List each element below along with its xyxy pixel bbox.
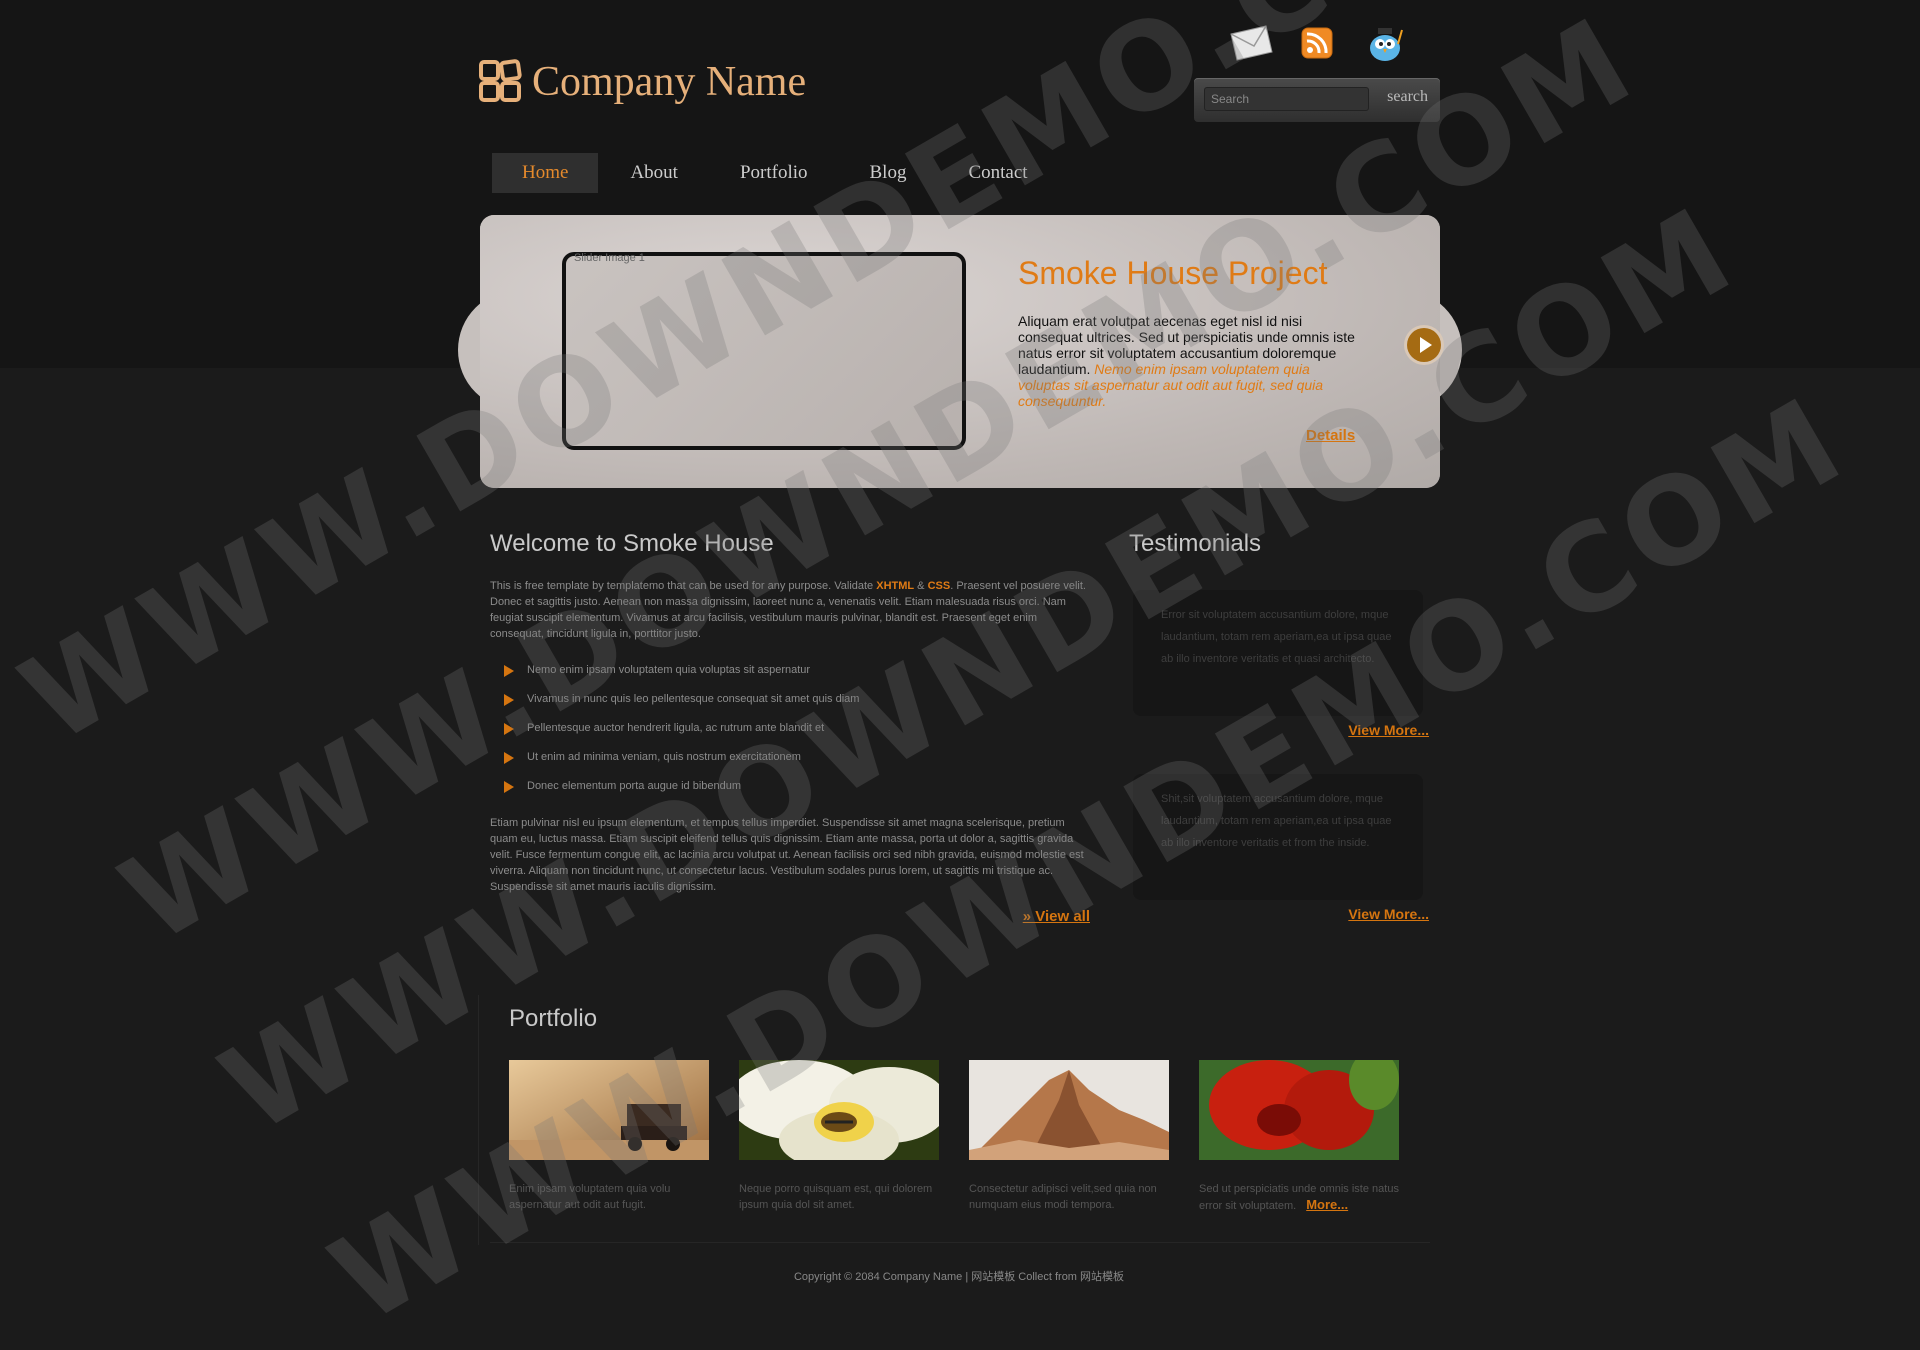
bullet-arrow-icon — [504, 723, 514, 735]
bullet-arrow-icon — [504, 694, 514, 706]
portfolio-caption: Neque porro quisquam est, qui dolorem ip… — [739, 1183, 933, 1211]
portfolio-caption: Consectetur adipisci velit,sed quia non … — [969, 1183, 1157, 1211]
next-arrow-icon[interactable] — [1407, 328, 1441, 362]
testimonial-text: Shit,sit voluptatem accusantium dolore, … — [1161, 793, 1392, 849]
welcome-intro: This is free template by templatemo that… — [490, 578, 1090, 642]
mountain-image[interactable] — [969, 1060, 1169, 1160]
main-nav: Home About Portfolio Blog Contact — [492, 153, 1060, 193]
welcome-section: Welcome to Smoke House This is free temp… — [490, 530, 1090, 925]
social-icons — [1228, 22, 1410, 64]
welcome-title: Welcome to Smoke House — [490, 530, 774, 557]
bullet-arrow-icon — [504, 752, 514, 764]
mail-icon[interactable] — [1228, 22, 1274, 64]
testimonials-section: Testimonials Error sit voluptatem accusa… — [1129, 530, 1429, 958]
testimonial-card: Error sit voluptatem accusantium dolore,… — [1133, 590, 1423, 716]
slider-description: Aliquam erat volutpat aecenas eget nisl … — [1018, 313, 1363, 409]
logo[interactable]: Company Name — [478, 58, 806, 106]
list-item-text: Ut enim ad minima veniam, quis nostrum e… — [527, 751, 801, 763]
testimonial-view-more-link[interactable]: View More... — [1129, 722, 1429, 738]
portfolio-item: Enim ipsam voluptatem quia volu aspernat… — [509, 1060, 709, 1214]
portfolio-item: Consectetur adipisci velit,sed quia non … — [969, 1060, 1169, 1214]
portfolio-caption: Enim ipsam voluptatem quia volu aspernat… — [509, 1183, 671, 1211]
list-item: Pellentesque auctor hendrerit ligula, ac… — [490, 714, 1090, 743]
featured-slider: Slider Image 1 Smoke House Project Aliqu… — [458, 215, 1462, 488]
list-item: Ut enim ad minima veniam, quis nostrum e… — [490, 743, 1090, 772]
bullet-arrow-icon — [504, 781, 514, 793]
twitter-bird-icon[interactable] — [1364, 22, 1410, 64]
footer-divider — [490, 1242, 1430, 1243]
nav-item-blog[interactable]: Blog — [840, 153, 937, 193]
logo-icon — [479, 59, 522, 102]
portfolio-section: Portfolio Enim ipsam voluptatem quia vol… — [478, 995, 1439, 1245]
slider-title: Smoke House Project — [1018, 255, 1328, 291]
list-item: Donec elementum porta augue id bibendum — [490, 772, 1090, 801]
portfolio-title: Portfolio — [509, 1005, 598, 1032]
testimonial-view-more-link[interactable]: View More... — [1129, 906, 1429, 922]
welcome-amp: & — [914, 580, 928, 592]
portfolio-caption-text: Sed ut perspiciatis unde omnis iste natu… — [1199, 1183, 1399, 1212]
bee-flower-image[interactable] — [739, 1060, 939, 1160]
nav-item-contact[interactable]: Contact — [938, 153, 1057, 193]
list-item-text: Donec elementum porta augue id bibendum — [527, 780, 742, 792]
portfolio-item: Neque porro quisquam est, qui dolorem ip… — [739, 1060, 939, 1214]
page: Company Name search Home About Portfolio — [0, 0, 1920, 1350]
welcome-intro-text: This is free template by templatemo that… — [490, 580, 877, 592]
red-flower-image[interactable] — [1199, 1060, 1399, 1160]
testimonial-card: Shit,sit voluptatem accusantium dolore, … — [1133, 774, 1423, 900]
portfolio-item: Sed ut perspiciatis unde omnis iste natu… — [1199, 1060, 1399, 1214]
footer-copyright: Copyright © 2084 Company Name | 网站模板 Col… — [793, 1271, 1125, 1283]
truck-desert-image[interactable] — [509, 1060, 709, 1160]
search-box: search — [1194, 78, 1440, 122]
bullet-arrow-icon — [504, 665, 514, 677]
xhtml-link[interactable]: XHTML — [876, 580, 914, 592]
content-wrapper: Company Name search Home About Portfolio — [458, 0, 1462, 1305]
nav-item-about[interactable]: About — [600, 153, 708, 193]
search-button[interactable]: search — [1387, 88, 1428, 106]
welcome-outro: Etiam pulvinar nisl eu ipsum elementum, … — [490, 817, 1084, 893]
list-item-text: Pellentesque auctor hendrerit ligula, ac… — [527, 722, 825, 734]
testimonial-text: Error sit voluptatem accusantium dolore,… — [1161, 609, 1392, 665]
list-item: Vivamus in nunc quis leo pellentesque co… — [490, 685, 1090, 714]
portfolio-caption: Sed ut perspiciatis unde omnis iste natu… — [1199, 1181, 1399, 1214]
slider-image-alt: Slider Image 1 — [574, 252, 645, 264]
slider-details-link[interactable]: Details — [1306, 427, 1355, 444]
nav-item-portfolio[interactable]: Portfolio — [710, 153, 838, 193]
search-input[interactable] — [1204, 87, 1369, 111]
css-link[interactable]: CSS — [928, 580, 951, 592]
view-all-link[interactable]: » View all — [1023, 908, 1090, 925]
portfolio-more-link[interactable]: More... — [1306, 1197, 1348, 1212]
rss-icon[interactable] — [1296, 22, 1342, 64]
list-item-text: Vivamus in nunc quis leo pellentesque co… — [527, 693, 860, 705]
nav-item-home[interactable]: Home — [492, 153, 599, 193]
list-item: Nemo enim ipsam voluptatem quia voluptas… — [490, 656, 1090, 685]
welcome-bullet-list: Nemo enim ipsam voluptatem quia voluptas… — [490, 656, 1090, 801]
testimonials-title: Testimonials — [1129, 530, 1262, 557]
company-name: Company Name — [532, 59, 807, 105]
portfolio-grid: Enim ipsam voluptatem quia volu aspernat… — [509, 1060, 1399, 1214]
list-item-text: Nemo enim ipsam voluptatem quia voluptas… — [527, 664, 811, 676]
slider-image-frame[interactable]: Slider Image 1 — [562, 252, 966, 450]
